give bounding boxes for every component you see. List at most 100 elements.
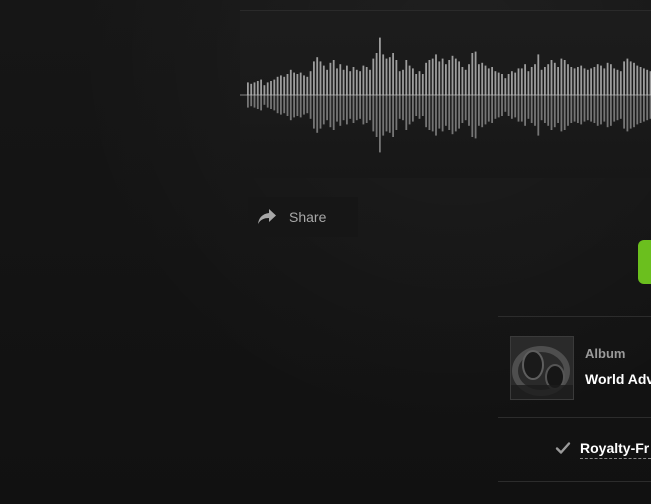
waveform-bar	[332, 60, 335, 95]
divider-top	[498, 316, 651, 317]
waveform-bar	[643, 68, 645, 95]
waveform-bar-reflection	[540, 95, 543, 121]
waveform-bar	[626, 58, 629, 95]
waveform-bar	[491, 67, 493, 95]
waveform-bar-reflection	[263, 95, 266, 105]
waveform-bar	[306, 76, 309, 95]
waveform-bar-reflection	[471, 95, 474, 137]
waveform-bar	[359, 71, 361, 95]
waveform-bar-reflection	[504, 95, 507, 112]
waveform-bar	[369, 69, 371, 95]
waveform-bar-reflection	[247, 95, 249, 108]
waveform-bar-reflection	[359, 95, 361, 119]
waveform-bar-reflection	[544, 95, 546, 123]
waveform-bar-reflection	[385, 95, 388, 132]
waveform-bar	[504, 78, 507, 95]
waveform-bar-reflection	[438, 95, 441, 129]
waveform-bar	[336, 68, 338, 95]
waveform-bar	[603, 68, 606, 95]
waveform-bar-reflection	[280, 95, 282, 115]
waveform-bar	[487, 68, 490, 95]
green-action-button[interactable]	[638, 240, 651, 284]
waveform-bar	[527, 71, 530, 95]
waveform-bar	[395, 60, 398, 95]
waveform-bar-reflection	[461, 95, 464, 123]
audio-waveform[interactable]	[240, 11, 651, 178]
waveform-bar-reflection	[398, 95, 401, 119]
waveform-bar-reflection	[392, 95, 394, 137]
waveform-bar	[412, 68, 414, 95]
waveform-bar-reflection	[646, 95, 649, 121]
waveform-bar	[260, 79, 262, 95]
waveform-bar-reflection	[448, 95, 451, 130]
waveform-bar	[633, 62, 635, 95]
waveform-bar-reflection	[468, 95, 470, 126]
waveform-bar-reflection	[537, 95, 540, 136]
waveform-bar-reflection	[464, 95, 467, 121]
waveform-bar	[530, 67, 533, 95]
waveform-bar	[293, 72, 295, 95]
waveform-bar-reflection	[289, 95, 292, 121]
waveform-bar	[352, 67, 355, 95]
waveform-bar	[303, 75, 305, 95]
waveform-bar-reflection	[586, 95, 589, 121]
waveform-bar-reflection	[428, 95, 431, 130]
waveform-bar	[577, 67, 579, 95]
waveform-bar-reflection	[550, 95, 553, 130]
waveform-bar-reflection	[501, 95, 503, 116]
waveform-bar	[425, 62, 427, 95]
waveform-bar	[586, 69, 589, 95]
album-thumbnail[interactable]	[510, 336, 574, 400]
waveform-bar	[464, 69, 467, 95]
waveform-bar-reflection	[497, 95, 500, 118]
waveform-bar-reflection	[339, 95, 342, 126]
waveform-bar-reflection	[553, 95, 556, 128]
waveform-bar	[481, 62, 484, 95]
waveform-bar-reflection	[520, 95, 523, 122]
check-icon	[555, 440, 571, 456]
waveform-bar	[385, 58, 388, 95]
waveform-bar-reflection	[610, 95, 612, 126]
waveform-bar	[398, 71, 401, 95]
waveform-bar	[593, 67, 596, 95]
waveform-bar-reflection	[276, 95, 279, 114]
waveform-bar	[619, 71, 622, 95]
album-name[interactable]: World Adv	[585, 371, 651, 387]
waveform-bar	[623, 61, 625, 95]
waveform-bar	[494, 71, 497, 95]
waveform-bar-reflection	[309, 95, 312, 119]
waveform-player[interactable]	[240, 10, 651, 178]
share-label: Share	[289, 209, 327, 225]
waveform-bar	[346, 65, 348, 95]
waveform-bar-reflection	[570, 95, 573, 123]
waveform-bar-reflection	[375, 95, 378, 137]
waveform-bar-reflection	[405, 95, 408, 130]
divider-middle	[498, 417, 651, 418]
waveform-bar-reflection	[329, 95, 332, 128]
waveform-bar	[639, 67, 642, 95]
license-link[interactable]: Royalty-Fr	[580, 440, 651, 459]
waveform-bar-reflection	[577, 95, 579, 123]
waveform-bar	[550, 60, 553, 95]
waveform-bar	[573, 68, 576, 95]
waveform-bar	[520, 68, 523, 95]
waveform-bar-reflection	[524, 95, 526, 126]
waveform-bar-reflection	[362, 95, 365, 125]
waveform-bar	[250, 83, 253, 95]
waveform-bar	[326, 69, 328, 95]
waveform-bar-reflection	[445, 95, 447, 126]
waveform-bar	[375, 53, 378, 95]
waveform-bar-reflection	[431, 95, 434, 132]
waveform-bar-reflection	[494, 95, 497, 119]
waveform-bar	[408, 65, 411, 95]
waveform-bar-reflection	[418, 95, 421, 119]
waveform-bar-reflection	[253, 95, 256, 108]
waveform-bar-reflection	[349, 95, 352, 119]
waveform-bar-reflection	[633, 95, 635, 128]
waveform-bar	[553, 62, 556, 95]
share-button[interactable]: Share	[248, 197, 358, 237]
waveform-bar-reflection	[250, 95, 253, 107]
waveform-bar-reflection	[636, 95, 639, 125]
waveform-bar	[507, 74, 510, 95]
waveform-bar	[329, 62, 332, 95]
